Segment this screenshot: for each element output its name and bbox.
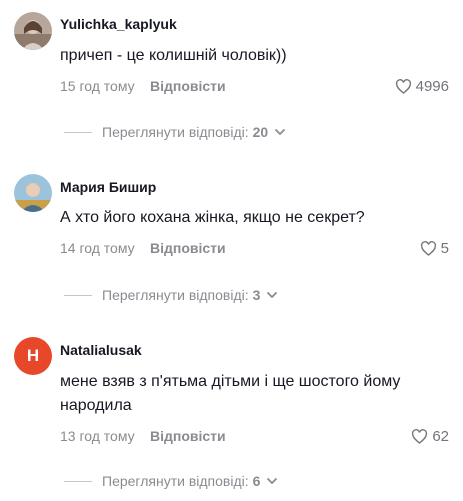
like-button[interactable]: 62 [411, 428, 449, 445]
avatar-photo [14, 12, 52, 50]
comment-time: 13 год тому [60, 428, 135, 444]
reply-button[interactable]: Відповісти [150, 78, 226, 94]
replies-count: 3 [252, 287, 261, 303]
divider-line [64, 294, 92, 296]
replies-count: 20 [252, 124, 269, 140]
chevron-down-icon [267, 477, 278, 485]
like-count: 4996 [415, 78, 449, 95]
avatar-photo [14, 174, 52, 212]
comment-text: А хто його кохана жінка, якщо не секрет? [60, 209, 365, 226]
heart-outline-icon [420, 241, 436, 256]
avatar[interactable]: H [14, 337, 52, 375]
reply-button[interactable]: Відповісти [150, 428, 226, 444]
avatar-letter: H [26, 346, 40, 365]
avatar[interactable] [14, 12, 52, 50]
view-replies-button[interactable]: Переглянути відповіді: 6 [64, 471, 278, 491]
view-replies-label: Переглянути відповіді: [102, 124, 249, 140]
comment-username[interactable]: Natalialusak [60, 342, 142, 358]
heart-outline-icon [395, 79, 411, 94]
avatar[interactable] [14, 174, 52, 212]
comment-meta: 15 год тому Відповісти 4996 [60, 78, 449, 98]
comment-username[interactable]: Мария Бишир [60, 179, 156, 195]
chevron-down-icon [267, 291, 278, 299]
like-button[interactable]: 5 [420, 240, 449, 257]
view-replies-button[interactable]: Переглянути відповіді: 20 [64, 122, 286, 142]
heart-outline-icon [412, 429, 428, 444]
view-replies-label: Переглянути відповіді: [102, 473, 249, 489]
comment-time: 14 год тому [60, 240, 135, 256]
view-replies-label: Переглянути відповіді: [102, 287, 249, 303]
comment-time: 15 год тому [60, 78, 135, 94]
comment-text: причеп - це колишній чоловік)) [60, 47, 287, 64]
like-count: 5 [440, 240, 449, 257]
view-replies-button[interactable]: Переглянути відповіді: 3 [64, 285, 278, 305]
chevron-down-icon [275, 128, 286, 136]
comment-text: мене взяв з п'ятьма дітьми і ще шостого … [60, 373, 401, 414]
like-count: 62 [432, 428, 449, 445]
comment-username[interactable]: Yulichka_kaplyuk [60, 16, 177, 32]
divider-line [64, 480, 92, 482]
reply-button[interactable]: Відповісти [150, 240, 226, 256]
comment-meta: 13 год тому Відповісти 62 [60, 428, 449, 448]
replies-count: 6 [252, 473, 261, 489]
like-button[interactable]: 4996 [395, 78, 449, 95]
divider-line [64, 131, 92, 133]
comment-meta: 14 год тому Відповісти 5 [60, 240, 449, 260]
